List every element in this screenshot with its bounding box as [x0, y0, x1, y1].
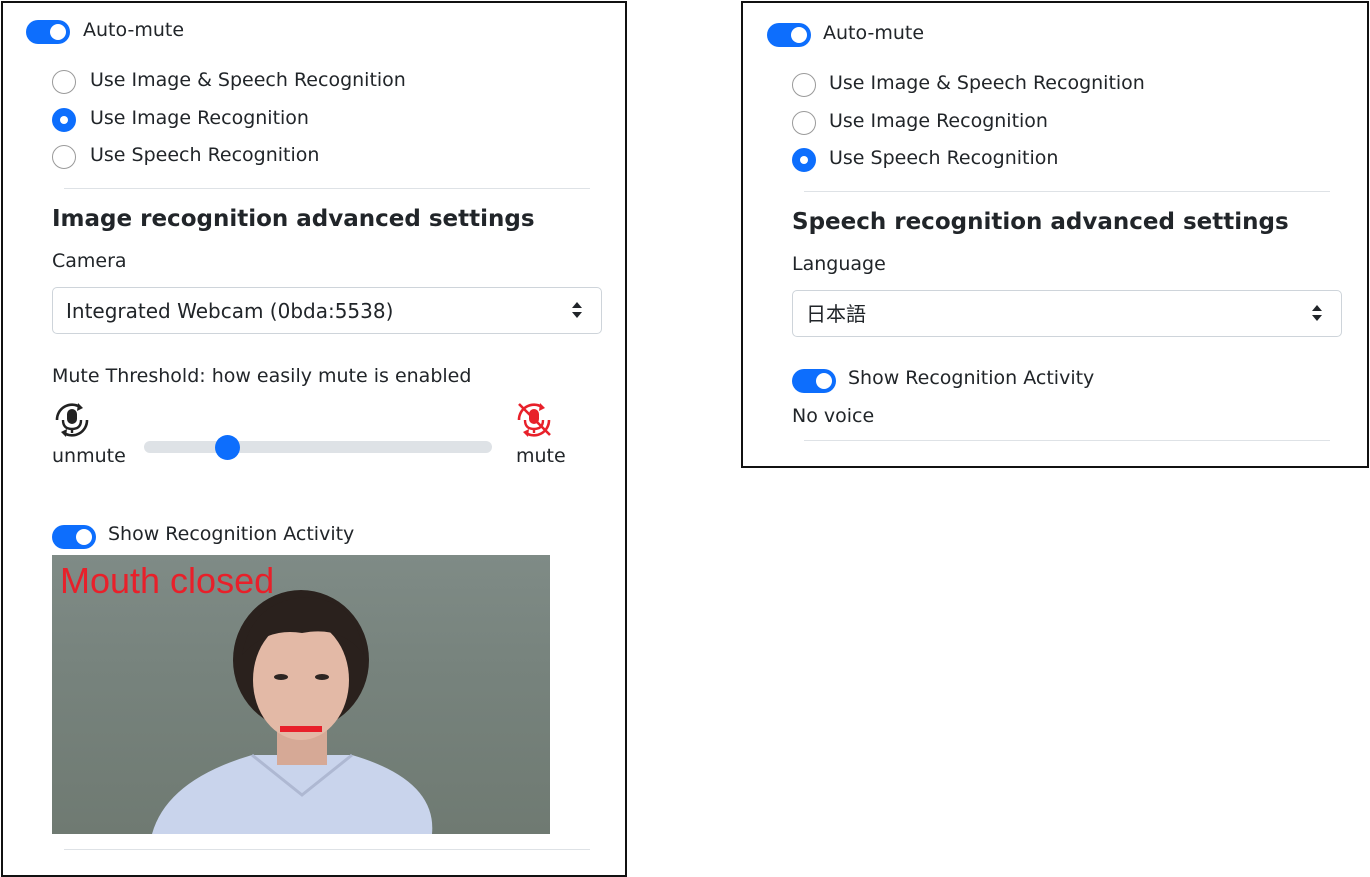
- camera-label: Camera: [52, 250, 127, 272]
- show-activity-toggle[interactable]: [792, 369, 836, 393]
- radio-speech-label[interactable]: Use Speech Recognition: [90, 143, 319, 167]
- divider: [64, 849, 590, 850]
- radio-image-speech-label[interactable]: Use Image & Speech Recognition: [829, 71, 1145, 95]
- section-title: Speech recognition advanced settings: [792, 209, 1289, 235]
- auto-mute-toggle[interactable]: [26, 20, 70, 44]
- unmute-label: unmute: [52, 445, 126, 467]
- divider: [804, 440, 1330, 441]
- radio-image[interactable]: [792, 111, 816, 135]
- language-select[interactable]: 日本語: [792, 290, 1342, 337]
- show-activity-label: Show Recognition Activity: [108, 523, 355, 545]
- radio-image[interactable]: [52, 108, 76, 132]
- sort-caret-icon: [1312, 305, 1322, 321]
- toggle-knob: [791, 27, 807, 43]
- recognition-status: No voice: [792, 405, 875, 427]
- auto-mute-label: Auto-mute: [83, 19, 185, 41]
- divider: [804, 191, 1330, 192]
- threshold-slider-thumb[interactable]: [215, 434, 241, 460]
- speech-recognition-settings-panel: Auto-mute Use Image & Speech Recognition…: [741, 1, 1369, 468]
- language-label: Language: [792, 253, 886, 275]
- camera-select[interactable]: Integrated Webcam (0bda:5538): [52, 287, 602, 334]
- auto-mute-toggle[interactable]: [767, 23, 811, 47]
- radio-image-speech[interactable]: [52, 70, 76, 94]
- mic-rotate-icon: [55, 403, 89, 437]
- show-activity-toggle[interactable]: [52, 525, 96, 549]
- camera-preview: Mouth closed: [52, 555, 550, 834]
- mic-muted-icon: [517, 403, 551, 437]
- auto-mute-label: Auto-mute: [823, 22, 925, 44]
- show-activity-label: Show Recognition Activity: [848, 367, 1095, 389]
- sort-caret-icon: [572, 302, 582, 318]
- radio-image-speech-label[interactable]: Use Image & Speech Recognition: [90, 68, 406, 92]
- camera-select-value: Integrated Webcam (0bda:5538): [66, 299, 394, 323]
- toggle-knob: [816, 373, 832, 389]
- image-recognition-settings-panel: Auto-mute Use Image & Speech Recognition…: [1, 1, 627, 877]
- section-title: Image recognition advanced settings: [52, 206, 535, 232]
- mouth-state-overlay: Mouth closed: [60, 560, 275, 601]
- radio-image-label[interactable]: Use Image Recognition: [829, 109, 1048, 133]
- language-select-value: 日本語: [806, 302, 866, 326]
- threshold-label: Mute Threshold: how easily mute is enabl…: [52, 365, 472, 387]
- radio-image-speech[interactable]: [792, 73, 816, 97]
- threshold-slider[interactable]: [144, 434, 492, 460]
- radio-image-label[interactable]: Use Image Recognition: [90, 106, 309, 130]
- divider: [64, 188, 590, 189]
- radio-speech-label[interactable]: Use Speech Recognition: [829, 146, 1058, 170]
- mute-label: mute: [516, 445, 566, 467]
- toggle-knob: [76, 529, 92, 545]
- radio-speech[interactable]: [52, 145, 76, 169]
- toggle-knob: [50, 24, 66, 40]
- radio-speech[interactable]: [792, 148, 816, 172]
